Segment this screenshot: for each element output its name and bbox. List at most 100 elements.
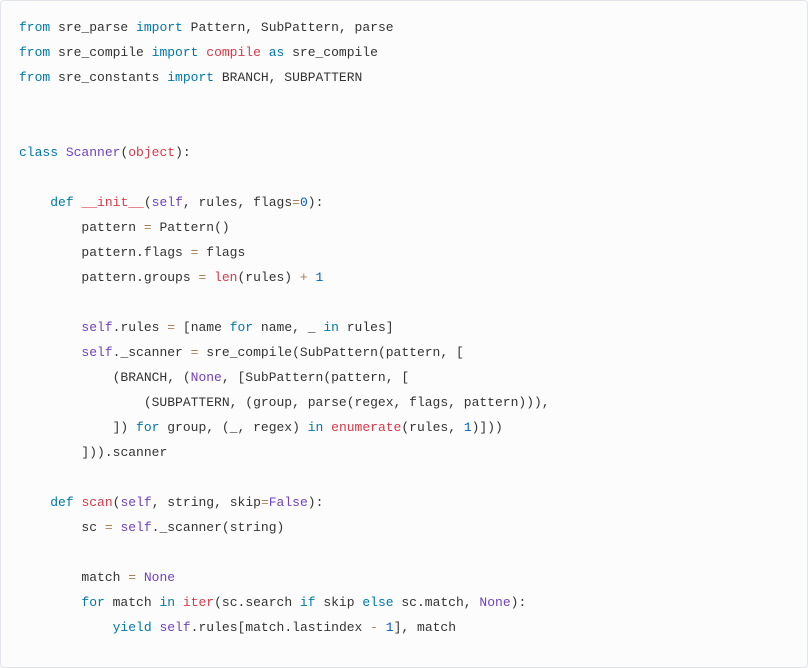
- code-token: (: [214, 420, 230, 435]
- code-content[interactable]: from sre_parse import Pattern, SubPatter…: [19, 15, 789, 668]
- code-token: False: [269, 495, 308, 510]
- code-token: (: [401, 420, 409, 435]
- code-token: def: [50, 495, 73, 510]
- code-token: (: [378, 345, 386, 360]
- code-token: self: [120, 520, 151, 535]
- code-token: sc: [394, 595, 417, 610]
- code-token: [175, 595, 183, 610]
- code-token: ]: [386, 320, 394, 335]
- code-token: [19, 345, 81, 360]
- code-token: [19, 495, 50, 510]
- code-token: else: [362, 595, 393, 610]
- code-token: [19, 595, 81, 610]
- code-token: ,: [292, 320, 300, 335]
- code-token: _scanner: [120, 345, 190, 360]
- code-token: [: [394, 370, 410, 385]
- code-token: Scanner: [66, 145, 121, 160]
- code-token: pattern: [456, 395, 518, 410]
- code-token: ,: [292, 395, 300, 410]
- code-token: (: [19, 370, 120, 385]
- code-token: import: [136, 20, 183, 35]
- code-token: lastindex: [292, 620, 370, 635]
- code-token: None: [144, 570, 175, 585]
- code-token: None: [479, 595, 510, 610]
- code-token: for: [81, 595, 104, 610]
- code-token: ,: [206, 420, 214, 435]
- code-token: in: [308, 420, 324, 435]
- code-token: (: [214, 595, 222, 610]
- code-token: def: [50, 195, 73, 210]
- code-token: self: [81, 345, 112, 360]
- code-token: rules: [198, 620, 237, 635]
- code-token: parse: [347, 20, 394, 35]
- code-token: name: [253, 320, 292, 335]
- code-token: +: [300, 270, 308, 285]
- code-token: -: [370, 620, 378, 635]
- code-token: ,: [542, 395, 550, 410]
- code-token: string: [230, 520, 277, 535]
- code-token: pattern: [19, 220, 144, 235]
- code-token: 0: [300, 195, 308, 210]
- code-token: string: [160, 495, 215, 510]
- code-token: =: [261, 495, 269, 510]
- code-token: sre_compile: [198, 345, 292, 360]
- code-token: =: [292, 195, 300, 210]
- code-token: iter: [183, 595, 214, 610]
- code-token: (: [323, 370, 331, 385]
- code-token: match: [105, 595, 160, 610]
- code-token: SUBPATTERN: [152, 395, 230, 410]
- code-token: [206, 270, 214, 285]
- code-token: rules: [191, 195, 238, 210]
- code-token: [261, 45, 269, 60]
- code-token: [19, 195, 50, 210]
- code-token: 1: [316, 270, 324, 285]
- code-token: )])): [472, 420, 503, 435]
- code-token: Pattern: [183, 20, 245, 35]
- code-token: ,: [152, 495, 160, 510]
- code-token: group: [253, 395, 292, 410]
- code-token: import: [152, 45, 199, 60]
- code-block[interactable]: from sre_parse import Pattern, SubPatter…: [0, 0, 808, 668]
- code-token: [456, 420, 464, 435]
- code-token: ): [175, 145, 183, 160]
- code-token: scan: [81, 495, 112, 510]
- code-token: BRANCH: [120, 370, 167, 385]
- code-token: sre_compile: [284, 45, 378, 60]
- code-token: ,: [214, 495, 222, 510]
- code-token: BRANCH: [214, 70, 269, 85]
- code-token: from: [19, 70, 50, 85]
- code-token: ,: [448, 420, 456, 435]
- code-token: for: [230, 320, 253, 335]
- code-token: self: [120, 495, 151, 510]
- code-token: ,: [440, 345, 448, 360]
- code-token: .: [136, 245, 144, 260]
- code-token: [19, 620, 113, 635]
- code-token: regex: [245, 420, 292, 435]
- code-token: name: [191, 320, 230, 335]
- code-token: ,: [339, 20, 347, 35]
- code-token: ): [308, 495, 316, 510]
- code-token: (: [347, 395, 355, 410]
- code-token: (: [175, 370, 191, 385]
- code-token: None: [191, 370, 222, 385]
- code-token: ,: [167, 370, 175, 385]
- code-token: .: [284, 620, 292, 635]
- code-token: (: [19, 395, 152, 410]
- code-token: rules: [120, 320, 167, 335]
- code-token: 1: [464, 420, 472, 435]
- code-token: as: [269, 45, 285, 60]
- code-token: [308, 270, 316, 285]
- code-token: __init__: [81, 195, 143, 210]
- code-token: pattern: [19, 245, 136, 260]
- code-token: (: [144, 195, 152, 210]
- code-token: =: [105, 520, 113, 535]
- code-token: self: [159, 620, 190, 635]
- code-token: (): [214, 220, 230, 235]
- code-token: :: [316, 195, 324, 210]
- code-token: sre_parse: [50, 20, 136, 35]
- code-token: import: [167, 70, 214, 85]
- code-token: [323, 420, 331, 435]
- code-token: self: [81, 320, 112, 335]
- code-token: group: [159, 420, 206, 435]
- code-token: flags: [245, 195, 292, 210]
